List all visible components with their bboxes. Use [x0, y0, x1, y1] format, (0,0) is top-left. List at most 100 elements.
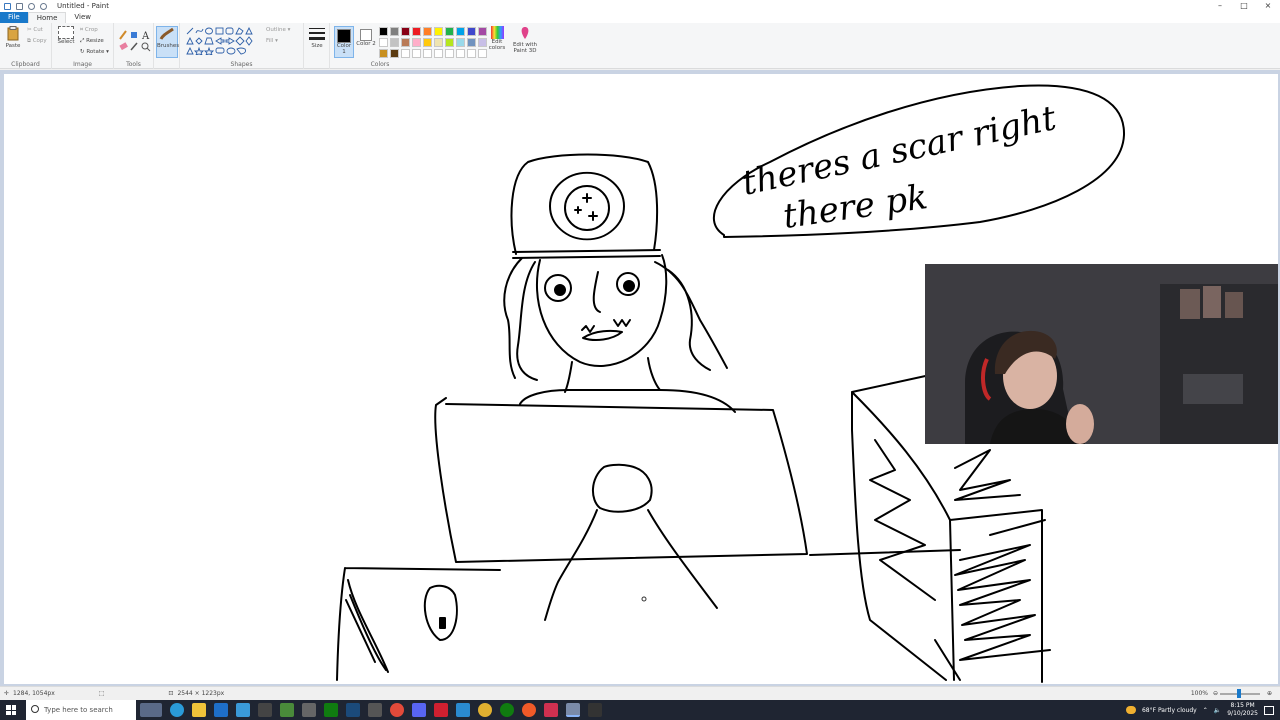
- app-icon-6[interactable]: [434, 703, 448, 717]
- palette-swatch[interactable]: [434, 49, 443, 58]
- palette-swatch[interactable]: [401, 49, 410, 58]
- palette-swatch[interactable]: [401, 27, 410, 36]
- cursor-position-icon: ✛: [4, 690, 10, 697]
- cut-button[interactable]: ✂ Cut: [27, 27, 43, 33]
- cortana-icon[interactable]: [140, 703, 162, 717]
- palette-swatch[interactable]: [412, 38, 421, 47]
- select-label: Select: [57, 39, 75, 45]
- palette-swatch[interactable]: [434, 38, 443, 47]
- resize-button[interactable]: ⤢ Resize: [80, 38, 104, 45]
- rotate-button[interactable]: ↻ Rotate ▾: [80, 49, 109, 55]
- steam-icon[interactable]: [346, 703, 360, 717]
- paint-taskbar-icon[interactable]: [566, 703, 580, 717]
- palette-swatch[interactable]: [423, 27, 432, 36]
- obs-icon[interactable]: [588, 703, 602, 717]
- text-icon[interactable]: A: [141, 31, 150, 42]
- fill-button[interactable]: Fill ▾: [266, 38, 278, 44]
- tab-view[interactable]: View: [66, 12, 99, 23]
- shapes-gallery[interactable]: [185, 27, 261, 55]
- palette-swatch[interactable]: [379, 38, 388, 47]
- brushes-label: Brushes: [157, 43, 180, 49]
- discord-icon[interactable]: [412, 703, 426, 717]
- zoom-slider[interactable]: [1220, 689, 1260, 698]
- start-button[interactable]: [6, 705, 16, 715]
- redo-icon[interactable]: [40, 2, 47, 10]
- tab-home[interactable]: Home: [27, 12, 67, 23]
- eraser-icon[interactable]: [119, 42, 128, 51]
- app-icon-2[interactable]: [258, 703, 272, 717]
- zoom-in-button[interactable]: ⊕: [1267, 690, 1272, 697]
- zoom-slider-thumb[interactable]: [1237, 689, 1241, 698]
- outline-button[interactable]: Outline ▾: [266, 27, 290, 33]
- palette-swatch[interactable]: [390, 27, 399, 36]
- palette-swatch[interactable]: [456, 49, 465, 58]
- chrome-icon-2[interactable]: [478, 703, 492, 717]
- edge-icon[interactable]: [170, 703, 184, 717]
- magnifier-icon[interactable]: [141, 42, 151, 52]
- color-picker-icon[interactable]: [130, 42, 138, 51]
- palette-swatch[interactable]: [456, 38, 465, 47]
- pencil-icon[interactable]: [119, 30, 127, 40]
- palette-swatch[interactable]: [445, 38, 454, 47]
- photoshop-icon[interactable]: [214, 703, 228, 717]
- tab-file[interactable]: File: [0, 12, 28, 23]
- palette-swatch[interactable]: [379, 49, 388, 58]
- palette-swatch[interactable]: [412, 49, 421, 58]
- palette-swatch[interactable]: [456, 27, 465, 36]
- palette-swatch[interactable]: [379, 27, 388, 36]
- palette-swatch[interactable]: [445, 27, 454, 36]
- app-icon-9[interactable]: [544, 703, 558, 717]
- zoom-out-button[interactable]: ⊖: [1213, 690, 1218, 697]
- select-button[interactable]: Select: [55, 26, 77, 45]
- undo-icon[interactable]: [28, 2, 35, 10]
- fill-icon[interactable]: [131, 32, 137, 38]
- notifications-icon[interactable]: [1264, 705, 1274, 715]
- search-placeholder: Type here to search: [44, 706, 113, 714]
- palette-swatch[interactable]: [390, 38, 399, 47]
- maximize-button[interactable]: □: [1232, 0, 1256, 12]
- chrome-icon-1[interactable]: [390, 703, 404, 717]
- minecraft-icon[interactable]: [280, 703, 294, 717]
- brushes-button[interactable]: Brushes: [156, 26, 180, 58]
- file-explorer-icon[interactable]: [192, 703, 206, 717]
- app-icon-5[interactable]: [368, 703, 382, 717]
- app-icon-8[interactable]: [522, 703, 536, 717]
- edit-colors-button[interactable]: Edit colors: [486, 26, 508, 51]
- palette-swatch[interactable]: [467, 38, 476, 47]
- laptop: [434, 397, 808, 563]
- palette-swatch[interactable]: [412, 27, 421, 36]
- palette-swatch[interactable]: [390, 49, 399, 58]
- volume-icon[interactable]: 🔈: [1214, 707, 1221, 714]
- app-icon-4[interactable]: [324, 703, 338, 717]
- app-icon-1[interactable]: [236, 703, 250, 717]
- palette-swatch[interactable]: [467, 49, 476, 58]
- size-button[interactable]: Size: [307, 27, 327, 49]
- palette-swatch[interactable]: [401, 38, 410, 47]
- palette-swatch[interactable]: [423, 38, 432, 47]
- palette-swatch[interactable]: [445, 49, 454, 58]
- close-button[interactable]: ×: [1256, 0, 1280, 12]
- crop-button[interactable]: ⌗ Crop: [80, 27, 98, 34]
- drawing-canvas[interactable]: theres a scar right there pk: [4, 74, 1278, 684]
- paste-button[interactable]: Paste: [3, 26, 23, 49]
- palette-swatch[interactable]: [423, 49, 432, 58]
- paste-label: Paste: [5, 43, 21, 49]
- edit-paint3d-label: Edit with Paint 3D: [512, 42, 538, 54]
- color2-button[interactable]: Color 2: [356, 26, 376, 58]
- edit-paint3d-button[interactable]: Edit with Paint 3D: [512, 26, 538, 54]
- xbox-icon[interactable]: [500, 703, 514, 717]
- minimize-button[interactable]: –: [1208, 0, 1232, 12]
- app-icon-7[interactable]: [456, 703, 470, 717]
- weather-text[interactable]: 68°F Partly cloudy: [1142, 707, 1197, 714]
- color2-label: Color 2: [356, 41, 376, 47]
- palette-swatch[interactable]: [467, 27, 476, 36]
- save-icon[interactable]: [16, 2, 23, 10]
- paste-icon: [7, 26, 19, 41]
- app-icon-3[interactable]: [302, 703, 316, 717]
- tray-up-arrow-icon[interactable]: ⌃: [1203, 707, 1208, 714]
- clock[interactable]: 8:15 PM 9/10/2025: [1227, 702, 1258, 718]
- copy-button[interactable]: ⧉ Copy: [27, 38, 47, 45]
- color1-button[interactable]: Color 1: [334, 26, 354, 58]
- palette-swatch[interactable]: [434, 27, 443, 36]
- taskbar-search[interactable]: Type here to search: [26, 700, 136, 720]
